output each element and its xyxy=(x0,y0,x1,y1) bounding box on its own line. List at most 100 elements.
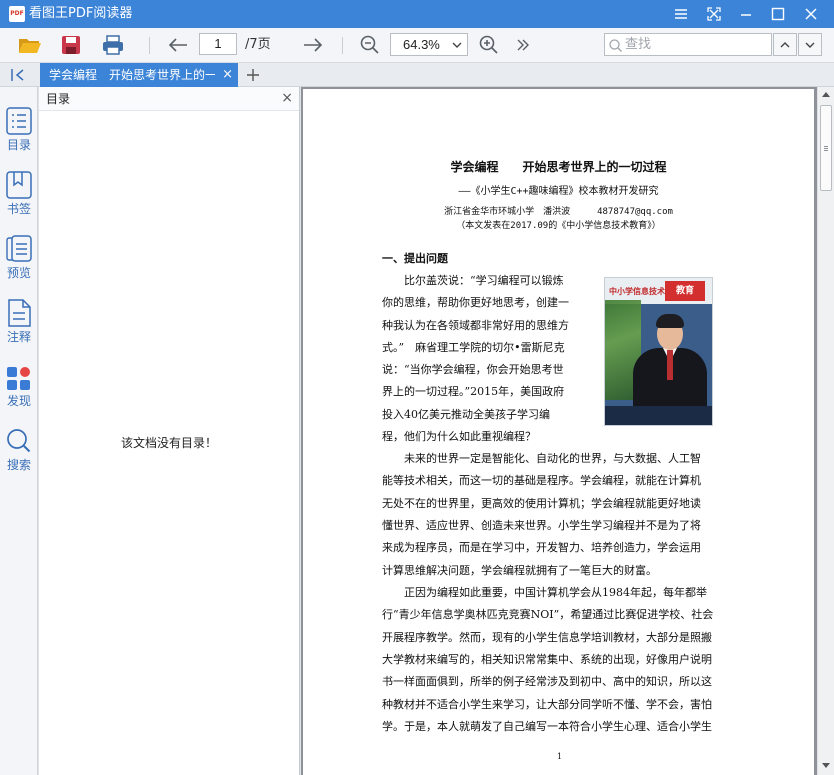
cover-person-hair xyxy=(656,314,684,328)
page-number: 1 xyxy=(557,752,563,761)
paragraph-line: 投入40亿美元推动全美孩子学习编 xyxy=(382,408,550,421)
save-icon[interactable] xyxy=(58,33,84,57)
outline-panel-header: 目录 × xyxy=(39,87,299,111)
rail-item-label: 发现 xyxy=(6,394,31,408)
rail-item-label: 预览 xyxy=(6,266,31,280)
paragraph-line: 懂世界、适应世界、创造未来世界。小学生学习编程并不是为了将 xyxy=(382,519,701,532)
page-total-label: /7页 xyxy=(245,37,271,52)
paragraph-line: 种我认为在各领域都非常好用的思维方 xyxy=(382,319,569,332)
document-title: 学会编程 开始思考世界上的一切过程 xyxy=(450,160,667,174)
zoom-value: 64.3% xyxy=(403,37,440,52)
close-icon[interactable] xyxy=(801,4,821,24)
title-bar: PDF 看图王PDF阅读器 xyxy=(0,0,834,28)
paragraph-line: 开展程序教学。然而，现有的小学生信息学培训教材，大部分是照搬 xyxy=(382,631,712,644)
toolbar-separator xyxy=(149,37,150,54)
annotation-icon xyxy=(8,299,31,327)
next-page-icon[interactable] xyxy=(300,33,326,57)
minimize-icon[interactable] xyxy=(736,4,756,24)
rail-item-discover[interactable]: 发现 xyxy=(0,359,38,417)
toolbar: 1 /7页 64.3% 查找 xyxy=(0,28,834,63)
previous-page-icon[interactable] xyxy=(165,33,191,57)
document-author: 浙江省金华市环城小学 潘洪波 4878747@qq.com xyxy=(444,207,673,217)
scrollbar-grip xyxy=(824,148,828,149)
paragraph-line: 未来的世界一定是智能化、自动化的世界，与大数据、人工智 xyxy=(382,452,701,465)
add-tab-icon[interactable] xyxy=(244,66,262,84)
rail-item-preview[interactable]: 预览 xyxy=(0,231,38,289)
cover-masthead-text: 中小学信息技术 xyxy=(609,286,665,296)
tab-document[interactable]: 学会编程 开始思考世界上的一切过程 × xyxy=(40,63,238,87)
scrollbar-grip xyxy=(824,150,828,151)
magazine-cover-image: 中小学信息技术 教育 xyxy=(604,277,713,426)
paragraph-line: 来成为程序员，而是在学习中，开发智力、培养创造力，学会运用 xyxy=(382,541,701,554)
tab-close-icon[interactable]: × xyxy=(222,67,233,83)
paragraph-line: 能等技术相关，而这一切的基础是程序。学会编程，就能在计算机 xyxy=(382,474,701,487)
paragraph-line: 比尔盖茨说：“学习编程可以锻炼 xyxy=(382,274,564,287)
chevron-up-icon xyxy=(780,41,790,47)
search-icon xyxy=(609,39,622,52)
search-previous-button[interactable] xyxy=(773,33,797,56)
open-folder-icon[interactable] xyxy=(17,33,43,57)
rail-item-bookmark[interactable]: 书签 xyxy=(0,167,38,225)
paragraph-line: 说：“当你学会编程，你会开始思考世 xyxy=(382,363,564,376)
collapse-sidebar-icon[interactable] xyxy=(8,67,28,83)
fullscreen-icon[interactable] xyxy=(704,4,724,24)
scrollbar-grip xyxy=(824,146,828,147)
scroll-down-icon[interactable] xyxy=(822,763,830,769)
paragraph-line: 大学教材来编写的，相关知识常常集中、系统的出现，好像用户说明 xyxy=(382,653,712,666)
paragraph-line: 无处不在的世界里，更高效的使用计算机；学会编程就能更好地读 xyxy=(382,497,701,510)
outline-empty-message: 该文档没有目录！ xyxy=(120,436,217,450)
outline-panel-title: 目录 xyxy=(46,92,71,106)
search-next-button[interactable] xyxy=(798,33,822,56)
paragraph-line: 书一样面面俱到，所举的例子经常涉及到初中、高中的知识，所以这 xyxy=(382,675,712,688)
vertical-scrollbar[interactable] xyxy=(817,87,834,775)
print-icon[interactable] xyxy=(100,33,126,57)
rail-item-search[interactable]: 搜索 xyxy=(0,423,38,481)
search-icon xyxy=(7,429,31,453)
tab-bar: 学会编程 开始思考世界上的一切过程 × xyxy=(0,63,834,87)
cover-brand: 教育 xyxy=(665,281,705,301)
paragraph-line: 学。于是，本人就萌发了自己编写一本符合小学生心理、适合小学生 xyxy=(382,720,712,733)
bookmark-icon xyxy=(6,171,32,199)
app-title: 看图王PDF阅读器 xyxy=(29,6,133,21)
paragraph-line: 式。” 麻省理工学院的切尔•雷斯尼克 xyxy=(382,341,565,354)
paragraph-line: 界上的一切过程。”2015年，美国政府 xyxy=(382,385,565,398)
paragraph-line: 正因为编程如此重要，中国计算机学会从1984年起，每年都举 xyxy=(382,586,707,599)
document-view[interactable]: 学会编程 开始思考世界上的一切过程 ——《小学生C++趣味编程》校本教材开发研究… xyxy=(301,87,817,775)
menu-icon[interactable] xyxy=(671,4,691,24)
section-heading: 一、提出问题 xyxy=(382,252,448,265)
app-logo-icon: PDF xyxy=(9,6,25,22)
maximize-icon[interactable] xyxy=(768,4,788,24)
rail-item-label: 目录 xyxy=(6,138,31,152)
rail-item-label: 书签 xyxy=(6,202,31,216)
zoom-out-icon[interactable] xyxy=(357,33,383,57)
scroll-up-icon[interactable] xyxy=(822,91,830,97)
toolbar-separator xyxy=(342,37,343,54)
tab-document-label: 学会编程 开始思考世界上的一切过程 xyxy=(49,68,215,82)
page-number-input[interactable]: 1 xyxy=(199,33,237,55)
cover-person-tie xyxy=(667,350,673,380)
outline-panel: 目录 × 该文档没有目录！ xyxy=(39,87,300,775)
chevron-down-icon xyxy=(452,39,462,53)
search-placeholder: 查找 xyxy=(625,37,652,52)
rail-item-outline[interactable]: 目录 xyxy=(0,103,38,161)
outline-panel-close-icon[interactable]: × xyxy=(281,90,293,106)
paragraph-line: 种教材并不适合小学生来学习，让大部分同学听不懂、学不会，害怕 xyxy=(382,698,712,711)
rail-item-label: 搜索 xyxy=(6,458,31,472)
thumbnail-icon xyxy=(6,235,32,262)
zoom-in-icon[interactable] xyxy=(476,33,502,57)
outline-icon xyxy=(6,107,32,135)
scrollbar-thumb[interactable] xyxy=(820,105,832,191)
discover-icon xyxy=(7,367,30,390)
zoom-select[interactable]: 64.3% xyxy=(390,33,468,56)
paragraph-line: 你的思维，帮助你更好地思考，创建一 xyxy=(382,296,569,309)
paragraph-line: 行“青少年信息学奥林匹克竞赛NOI”，希望通过比赛促进学校、社会 xyxy=(382,608,714,621)
paragraph-line: 计算思维解决问题，学会编程就拥有了一笔巨大的财富。 xyxy=(382,564,657,577)
more-tools-icon[interactable] xyxy=(510,33,536,57)
search-input[interactable]: 查找 xyxy=(604,33,772,56)
document-subtitle: ——《小学生C++趣味编程》校本教材开发研究 xyxy=(458,186,659,197)
paragraph-line: 程，他们为什么如此重视编程？ xyxy=(382,430,536,443)
rail-item-annotation[interactable]: 注释 xyxy=(0,295,38,353)
document-note: （本文发表在2017.09的《中小学信息技术教育》） xyxy=(456,221,661,231)
pdf-page: 学会编程 开始思考世界上的一切过程 ——《小学生C++趣味编程》校本教材开发研究… xyxy=(303,89,814,775)
chevron-down-icon xyxy=(805,42,815,48)
